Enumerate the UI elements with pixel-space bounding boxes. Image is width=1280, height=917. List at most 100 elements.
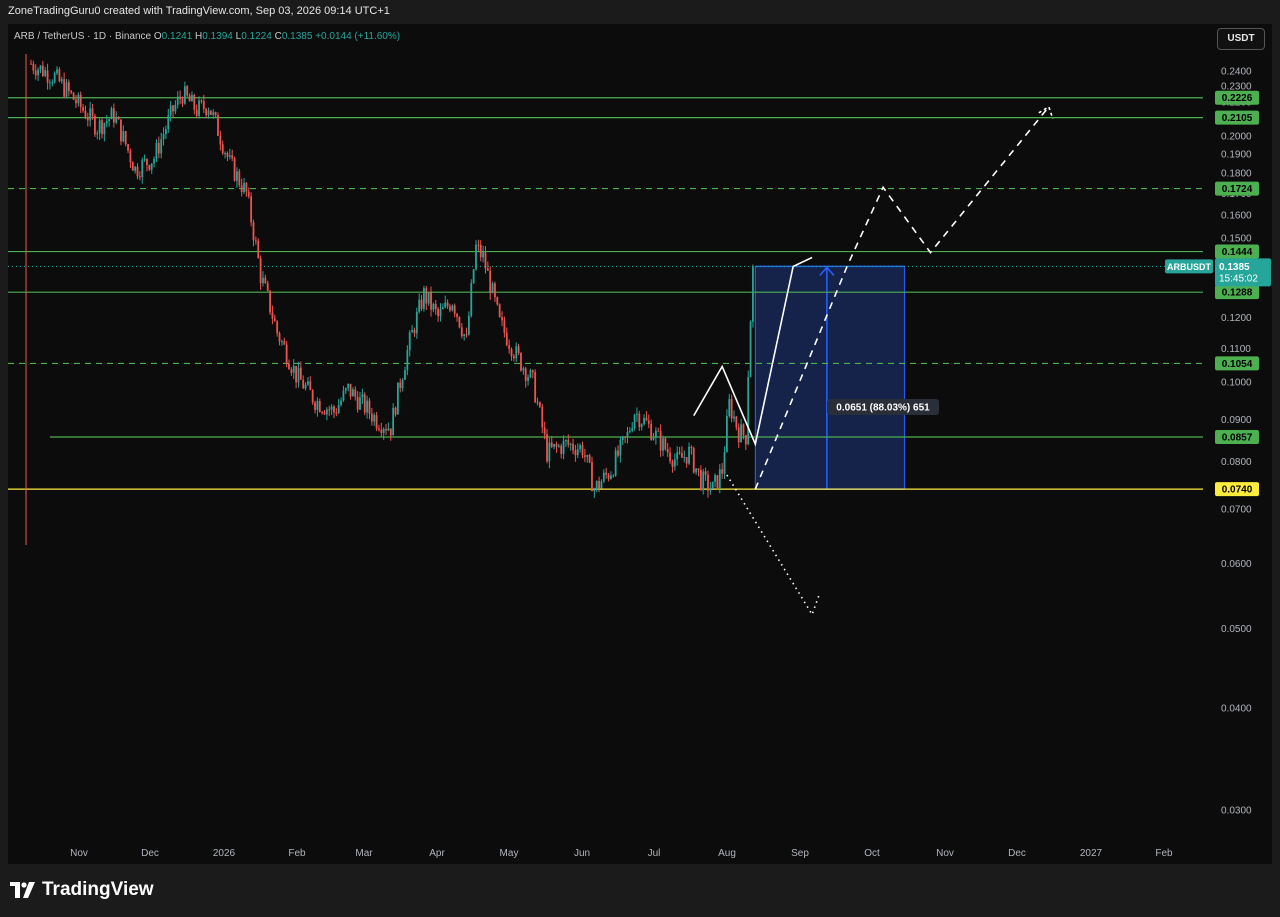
candle-body xyxy=(79,94,82,108)
candle-body xyxy=(730,398,733,419)
candle-body xyxy=(72,92,75,100)
price-level-label: 0.0740 xyxy=(1222,485,1253,496)
candle-body xyxy=(600,481,603,489)
breakdown-path[interactable] xyxy=(726,474,820,617)
candle-body xyxy=(181,99,184,104)
candle-body xyxy=(453,305,456,314)
candle-body xyxy=(401,379,404,389)
candle-body xyxy=(583,455,586,457)
close-value: 0.1385 xyxy=(281,31,313,42)
price-level-label: 0.2226 xyxy=(1222,93,1253,104)
candle-body xyxy=(423,288,425,309)
candle-body xyxy=(673,459,676,467)
x-tick-label: Dec xyxy=(141,848,159,859)
y-tick-label: 0.2000 xyxy=(1221,131,1252,142)
y-tick-label: 0.0700 xyxy=(1221,504,1252,515)
candle-body xyxy=(349,383,352,397)
projection-box[interactable] xyxy=(754,265,905,490)
candle-body xyxy=(631,428,634,431)
price-level-label: 0.0857 xyxy=(1222,432,1253,443)
price-level-label: 0.1444 xyxy=(1222,247,1253,258)
tradingview-logo-icon xyxy=(10,882,35,898)
candle-body xyxy=(110,108,113,120)
candle-body xyxy=(654,430,657,438)
candle-body xyxy=(214,112,217,116)
candle-body xyxy=(602,472,605,482)
candle-body xyxy=(240,185,243,193)
candle-body xyxy=(638,413,641,428)
price-level-label: 0.1054 xyxy=(1222,359,1253,370)
candle-body xyxy=(44,70,47,76)
candle-body xyxy=(505,332,508,346)
x-tick-label: 2027 xyxy=(1080,848,1103,859)
y-tick-label: 0.1500 xyxy=(1221,234,1252,245)
price-chart[interactable]: 0.24000.23000.22000.20000.19000.18000.17… xyxy=(8,24,1272,864)
candle-body xyxy=(581,445,584,456)
x-tick-label: Dec xyxy=(1008,848,1026,859)
candle-body xyxy=(411,329,413,333)
candle-body xyxy=(299,367,302,380)
candle-body xyxy=(330,406,333,410)
candle-body xyxy=(460,327,463,337)
candle-body xyxy=(138,176,141,178)
candle-body xyxy=(49,82,51,84)
open-label: O xyxy=(153,31,162,42)
candle-body xyxy=(617,450,619,456)
candle-body xyxy=(624,436,627,438)
candle-body xyxy=(221,144,224,154)
close-label: C xyxy=(274,31,282,42)
candle-body xyxy=(103,123,106,135)
candle-body xyxy=(517,346,520,353)
candle-body xyxy=(742,424,745,436)
candle-body xyxy=(337,404,340,414)
candle-body xyxy=(586,455,589,457)
candle-body xyxy=(186,86,189,96)
y-tick-label: 0.0300 xyxy=(1221,806,1252,817)
y-tick-label: 0.0400 xyxy=(1221,703,1252,714)
candle-body xyxy=(335,412,338,414)
candle-body xyxy=(153,159,155,164)
candle-body xyxy=(53,73,56,83)
candle-body xyxy=(678,452,681,454)
candle-body xyxy=(472,269,475,283)
candle-body xyxy=(695,468,698,473)
candle-body xyxy=(662,438,664,451)
candle-body xyxy=(555,444,558,447)
candle-body xyxy=(671,461,674,467)
candle-body xyxy=(702,471,705,490)
candle-body xyxy=(494,283,496,298)
x-tick-label: Feb xyxy=(288,848,306,859)
x-tick-label: Feb xyxy=(1155,848,1173,859)
tradingview-logo[interactable]: TradingView xyxy=(10,879,154,901)
currency-button[interactable]: USDT xyxy=(1217,28,1265,50)
candle-body xyxy=(657,430,660,432)
candle-body xyxy=(725,416,728,453)
candle-body xyxy=(427,292,430,304)
candle-body xyxy=(122,131,125,142)
y-tick-label: 0.1200 xyxy=(1221,313,1252,324)
candle-body xyxy=(233,158,236,181)
candle-body xyxy=(311,390,314,403)
chart-frame[interactable]: 0.24000.23000.22000.20000.19000.18000.17… xyxy=(8,24,1272,864)
candle-body xyxy=(752,266,754,322)
y-tick-label: 0.2400 xyxy=(1221,67,1252,78)
candle-body xyxy=(588,455,591,463)
projection-arrow-head xyxy=(1038,105,1054,120)
candle-body xyxy=(477,244,480,246)
candle-body xyxy=(512,356,515,359)
candle-body xyxy=(370,413,373,422)
candle-body xyxy=(479,244,482,258)
candle-body xyxy=(626,431,629,437)
candle-body xyxy=(368,400,371,414)
candle-body xyxy=(614,450,617,476)
candle-body xyxy=(389,428,392,436)
candle-body xyxy=(231,155,234,159)
candle-body xyxy=(188,95,191,102)
candle-body xyxy=(714,475,716,482)
candle-body xyxy=(94,115,96,135)
candle-body xyxy=(413,329,416,334)
candle-body xyxy=(446,302,449,307)
candle-body xyxy=(522,368,525,371)
candle-body xyxy=(252,222,255,241)
candle-body xyxy=(598,480,600,489)
